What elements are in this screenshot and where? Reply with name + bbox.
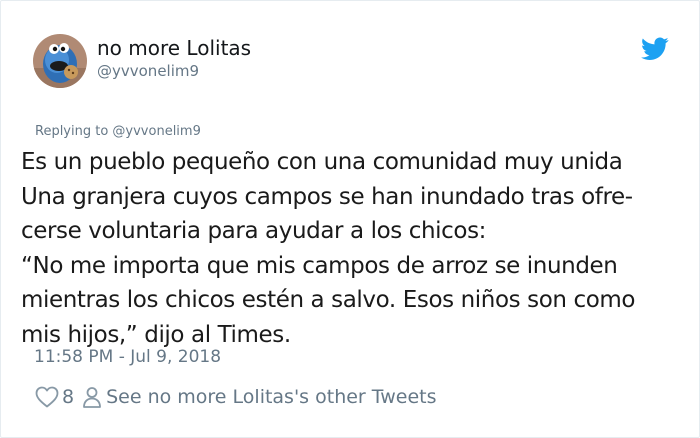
like-button[interactable]: 8 [35, 386, 74, 408]
tweet-text: Es un pueblo pequeño con una comunidad m… [21, 145, 696, 352]
other-tweets-label: See no more Lolitas's other Tweets [106, 386, 437, 408]
tweet-line: cerse voluntaria para ayudar a los chico… [21, 218, 487, 244]
tweet-line: Es un pueblo pequeño con una comunidad m… [21, 149, 623, 175]
heart-icon [35, 386, 59, 408]
reply-context[interactable]: Replying to @yvvonelim9 [35, 124, 201, 139]
twitter-bird-icon[interactable] [641, 37, 669, 61]
tweet-line: mientras los chicos estén a salvo. Esos … [21, 287, 636, 313]
tweet-card: no more Lolitas @yvvonelim9 Replying to … [0, 0, 700, 438]
tweet-line: Una granjera cuyos campos se han inundad… [21, 183, 633, 210]
user-handle[interactable]: @yvvonelim9 [97, 62, 199, 80]
user-avatar[interactable] [33, 34, 87, 88]
person-icon [82, 386, 102, 408]
like-count: 8 [62, 386, 75, 408]
other-tweets-link[interactable]: See no more Lolitas's other Tweets [82, 386, 437, 408]
tweet-timestamp[interactable]: 11:58 PM - Jul 9, 2018 [34, 347, 221, 367]
cookie-monster-avatar-image [33, 34, 87, 88]
tweet-actions: 8 See no more Lolitas's other Tweets [35, 385, 437, 409]
user-display-name[interactable]: no more Lolitas [97, 36, 251, 60]
tweet-line: “No me importa que mis campos de arroz s… [21, 252, 618, 279]
